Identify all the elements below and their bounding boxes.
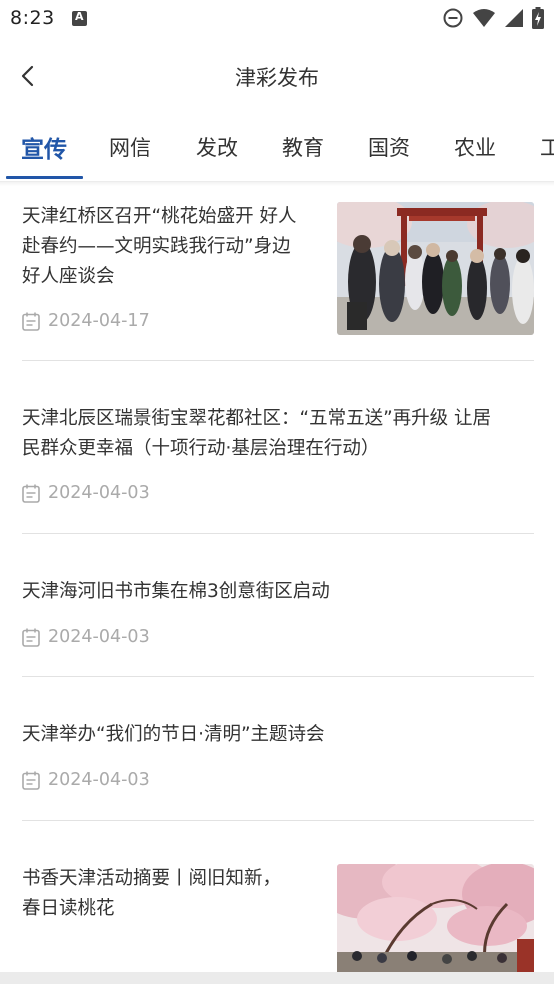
news-title: 天津海河旧书市集在棉3创意街区启动 (22, 581, 330, 602)
wifi-icon (473, 9, 495, 27)
notification-icon (72, 10, 87, 26)
category-tabs: 宣传 网信 发改 教育 国资 农业 工 (0, 120, 554, 182)
news-meta: 2024-04-03 (22, 770, 150, 790)
navigation-bar (0, 972, 554, 984)
news-thumbnail (337, 864, 534, 972)
status-bar: 8:23 (0, 0, 554, 38)
status-time: 8:23 (10, 7, 55, 29)
news-item[interactable]: 天津举办“我们的节日·清明”主题诗会 2024-04-03 (22, 677, 534, 821)
news-title: 天津北辰区瑞景街宝翠花都社区：“五常五送”再升级 让居 民群众更幸福（十项行动·… (22, 408, 492, 459)
news-title: 天津红桥区召开“桃花始盛开 好人 赴春约——文明实践我行动”身边 好人座谈会 (22, 206, 297, 287)
news-date: 2024-04-03 (48, 483, 150, 503)
app-bar: 津彩发布 (0, 38, 554, 114)
tabs-shadow (0, 182, 554, 186)
tab-nongye[interactable]: 农业 (454, 132, 496, 162)
tab-jiaoyu[interactable]: 教育 (282, 132, 324, 162)
signal-icon (505, 9, 523, 27)
news-item[interactable]: 天津红桥区召开“桃花始盛开 好人 赴春约——文明实践我行动”身边 好人座谈会 2… (22, 200, 534, 361)
news-meta: 2024-04-03 (22, 483, 150, 503)
news-date: 2024-04-03 (48, 627, 150, 647)
news-item[interactable]: 天津海河旧书市集在棉3创意街区启动 2024-04-03 (22, 534, 534, 677)
news-date: 2024-04-17 (48, 311, 150, 331)
news-title: 书香天津活动摘要丨阅旧知新， 春日读桃花 (22, 868, 282, 919)
do-not-disturb-icon (443, 8, 463, 28)
news-meta: 2024-04-17 (22, 311, 150, 331)
page-title: 津彩发布 (235, 66, 319, 90)
news-item[interactable]: 书香天津活动摘要丨阅旧知新， 春日读桃花 (22, 821, 534, 972)
tab-wangxin[interactable]: 网信 (109, 132, 151, 162)
calendar-icon (22, 484, 40, 503)
calendar-icon (22, 771, 40, 790)
active-tab-indicator (6, 176, 83, 179)
tab-xuanchuan[interactable]: 宣传 (21, 130, 67, 164)
news-meta: 2024-04-03 (22, 627, 150, 647)
news-title: 天津举办“我们的节日·清明”主题诗会 (22, 724, 325, 745)
status-icons (442, 6, 544, 30)
calendar-icon (22, 312, 40, 331)
news-item[interactable]: 天津北辰区瑞景街宝翠花都社区：“五常五送”再升级 让居 民群众更幸福（十项行动·… (22, 361, 534, 534)
calendar-icon (22, 628, 40, 647)
tab-fagai[interactable]: 发改 (196, 132, 238, 162)
tab-gong[interactable]: 工 (540, 132, 554, 162)
tab-guozi[interactable]: 国资 (368, 132, 410, 162)
news-thumbnail (337, 202, 534, 335)
battery-charging-icon (532, 7, 544, 29)
news-date: 2024-04-03 (48, 770, 150, 790)
